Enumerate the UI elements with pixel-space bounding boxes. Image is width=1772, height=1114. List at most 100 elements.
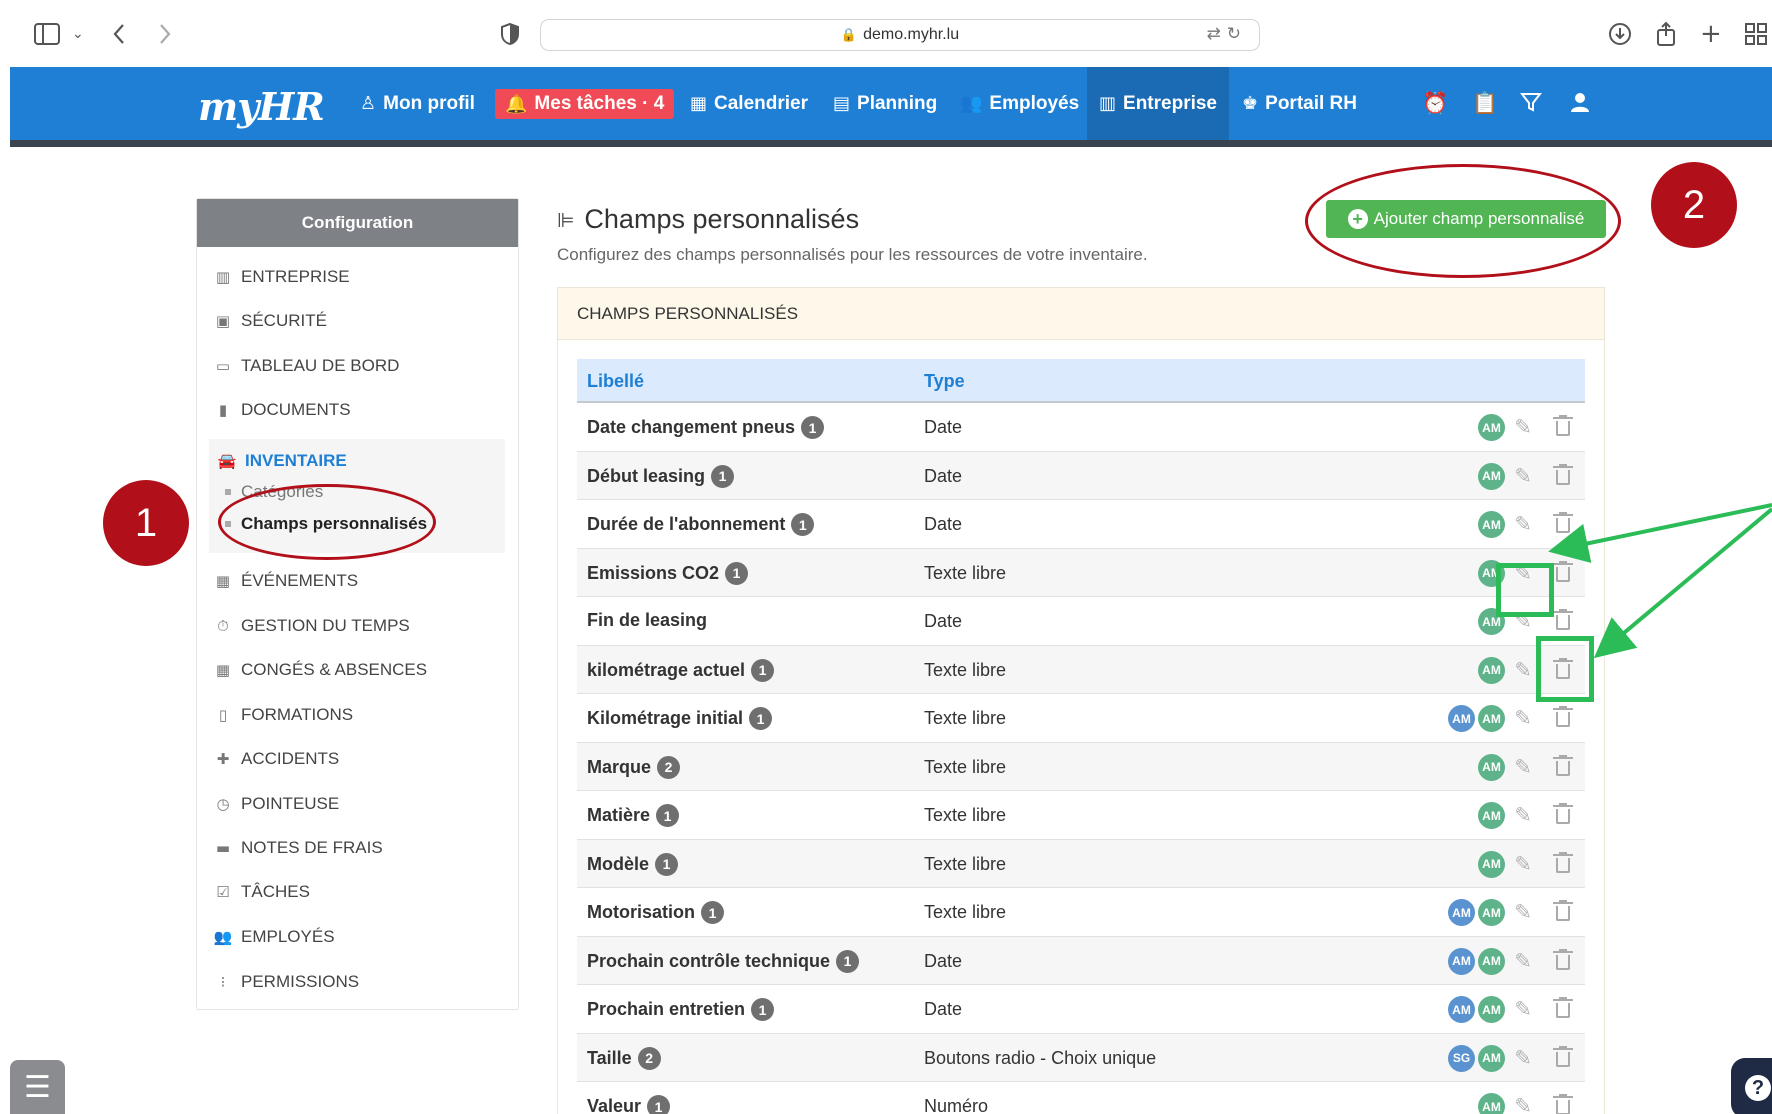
collapse-menu-icon[interactable]: ☰	[10, 1060, 65, 1114]
nav-employes[interactable]: 👥 Employés	[960, 67, 1079, 140]
pencil-icon[interactable]: ✎	[1514, 706, 1532, 730]
sidebar-item-pointeuse[interactable]: ◷ POINTEUSE	[213, 792, 339, 816]
trash-icon[interactable]	[1553, 1045, 1573, 1068]
back-arrow-icon[interactable]	[112, 20, 126, 48]
user-avatar[interactable]: AM	[1478, 462, 1505, 490]
sidebar-item-tableau-de-bord[interactable]: ▭ TABLEAU DE BORD	[213, 354, 399, 378]
field-type: Date	[924, 465, 963, 486]
user-avatar[interactable]: AM	[1478, 1044, 1505, 1072]
sidebar-item-gestion-du-temps[interactable]: ⏱ GESTION DU TEMPS	[213, 614, 410, 638]
address-bar[interactable]: 🔒 demo.myhr.lu ⇄↻	[540, 19, 1260, 51]
annotation-arrows	[1548, 503, 1772, 659]
pencil-icon[interactable]: ✎	[1514, 464, 1532, 488]
user-avatar[interactable]: AM	[1478, 947, 1505, 975]
trash-icon[interactable]	[1553, 706, 1573, 728]
field-label: kilométrage actuel 1	[587, 658, 775, 682]
download-icon[interactable]	[1608, 20, 1632, 48]
share-icon[interactable]	[1655, 20, 1677, 48]
pencil-icon[interactable]: ✎	[1514, 415, 1532, 439]
custom-fields-table: Libellé Type Date changement pneus 1 Date A…	[577, 359, 1585, 1114]
nav-mon-profil[interactable]: ♙ Mon profil	[360, 67, 475, 140]
new-tab-icon[interactable]: +	[1700, 19, 1722, 49]
usage-count-badge: 1	[749, 707, 773, 730]
user-avatar[interactable]: AM	[1448, 705, 1475, 732]
user-tie-icon: ♙	[360, 93, 377, 114]
tab-overview-icon[interactable]	[1745, 20, 1767, 48]
nav-calendrier[interactable]: ▦ Calendrier	[690, 67, 808, 140]
column-header-type[interactable]: Type	[924, 371, 965, 392]
trash-icon[interactable]	[1553, 851, 1573, 874]
trash-icon[interactable]	[1553, 1094, 1573, 1114]
translate-reload-icons[interactable]: ⇄↻	[1207, 24, 1248, 44]
pencil-icon[interactable]: ✎	[1514, 1094, 1532, 1114]
sidebar-item-notes-de-frais[interactable]: ▬ NOTES DE FRAIS	[213, 836, 383, 860]
user-avatar[interactable]: AM	[1478, 996, 1505, 1023]
field-label-text: Motorisation	[587, 902, 695, 922]
user-avatar[interactable]: AM	[1478, 899, 1505, 926]
nav-planning[interactable]: ▤ Planning	[833, 67, 937, 140]
field-label-text: Durée de l'abonnement	[587, 514, 786, 534]
row-actions: AM AM ✎	[1385, 985, 1585, 1033]
sidebar-item-documents[interactable]: ▮ DOCUMENTS	[213, 398, 351, 422]
chevron-down-icon[interactable]: ⌄	[72, 20, 84, 48]
shield-icon[interactable]	[500, 20, 520, 48]
nav-mes-taches[interactable]: 🔔 Mes tâches · 4	[495, 89, 675, 119]
user-avatar[interactable]: AM	[1448, 947, 1475, 975]
user-avatar[interactable]: AM	[1478, 414, 1505, 441]
usage-count-badge: 2	[637, 1046, 661, 1070]
sidebar-item-permissions[interactable]: ⁝ PERMISSIONS	[213, 970, 359, 994]
trash-icon[interactable]	[1553, 754, 1573, 777]
sidebar-item-employes[interactable]: 👥 EMPLOYÉS	[213, 925, 335, 949]
trash-icon[interactable]	[1553, 463, 1573, 486]
trash-icon[interactable]	[1553, 948, 1573, 971]
alarm-clock-icon[interactable]: ⏰	[1422, 91, 1448, 116]
pencil-icon[interactable]: ✎	[1514, 512, 1532, 536]
user-avatar[interactable]: AM	[1448, 996, 1475, 1023]
sidebar-item-accidents[interactable]: ✚ ACCIDENTS	[213, 747, 340, 771]
sidebar-item-formations[interactable]: ▯ FORMATIONS	[213, 703, 353, 727]
pencil-icon[interactable]: ✎	[1514, 755, 1532, 779]
table-row: Marque 2 Texte libre AM ✎	[577, 742, 1585, 791]
trash-icon[interactable]	[1553, 900, 1573, 922]
sidebar-item-taches[interactable]: ☑ TÂCHES	[213, 880, 310, 904]
filter-icon[interactable]	[1519, 91, 1543, 118]
clipboard-icon[interactable]: 📋	[1472, 91, 1498, 116]
nav-portail-rh[interactable]: ♚ Portail RH	[1242, 67, 1357, 140]
user-avatar[interactable]: AM	[1478, 656, 1505, 684]
user-avatar[interactable]: AM	[1478, 802, 1505, 829]
pencil-icon[interactable]: ✎	[1514, 949, 1532, 973]
pencil-icon[interactable]: ✎	[1514, 803, 1532, 827]
help-button[interactable]: ?	[1731, 1058, 1772, 1114]
user-avatar[interactable]: AM	[1478, 850, 1505, 878]
sidebar-item-evenements[interactable]: ▦ ÉVÉNEMENTS	[213, 569, 358, 593]
sidebar-item-securite[interactable]: ▣ SÉCURITÉ	[213, 309, 327, 333]
pencil-icon[interactable]: ✎	[1514, 997, 1532, 1021]
pencil-icon[interactable]: ✎	[1514, 1046, 1532, 1070]
user-avatar[interactable]: AM	[1478, 705, 1505, 732]
sidebar-item-inventaire[interactable]: 🚘 INVENTAIRE	[217, 449, 347, 473]
user-avatar[interactable]: AM	[1448, 899, 1475, 926]
sidebar-toggle-icon[interactable]	[34, 20, 60, 48]
column-header-libelle[interactable]: Libellé	[587, 371, 644, 392]
user-avatar[interactable]: AM	[1478, 511, 1505, 538]
nav-entreprise[interactable]: ▥ Entreprise	[1087, 67, 1229, 140]
pencil-icon[interactable]: ✎	[1514, 852, 1532, 876]
pencil-icon[interactable]: ✎	[1514, 658, 1532, 682]
trash-icon[interactable]	[1553, 997, 1573, 1019]
wallet-icon: ▬	[215, 839, 231, 857]
trash-icon[interactable]	[1553, 803, 1573, 825]
sidebar-item-entreprise[interactable]: ▥ ENTREPRISE	[213, 265, 350, 289]
user-avatar[interactable]: AM	[1478, 753, 1505, 781]
trash-icon[interactable]	[1553, 415, 1573, 437]
pencil-icon[interactable]: ✎	[1514, 900, 1532, 924]
sidebar-item-conges-absences[interactable]: ▦ CONGÉS & ABSENCES	[213, 658, 427, 682]
app-logo[interactable]: myHR	[198, 84, 325, 129]
checkbox-icon: ☑	[216, 883, 230, 901]
user-icon[interactable]	[1570, 91, 1590, 118]
user-avatar[interactable]: AM	[1478, 1093, 1505, 1114]
field-label: Kilométrage initial 1	[587, 707, 773, 730]
field-type: Texte libre	[924, 853, 1007, 874]
user-avatar[interactable]: SG	[1448, 1044, 1475, 1072]
calendar-off-icon: ▦	[215, 661, 231, 679]
forward-arrow-icon[interactable]	[158, 20, 172, 48]
